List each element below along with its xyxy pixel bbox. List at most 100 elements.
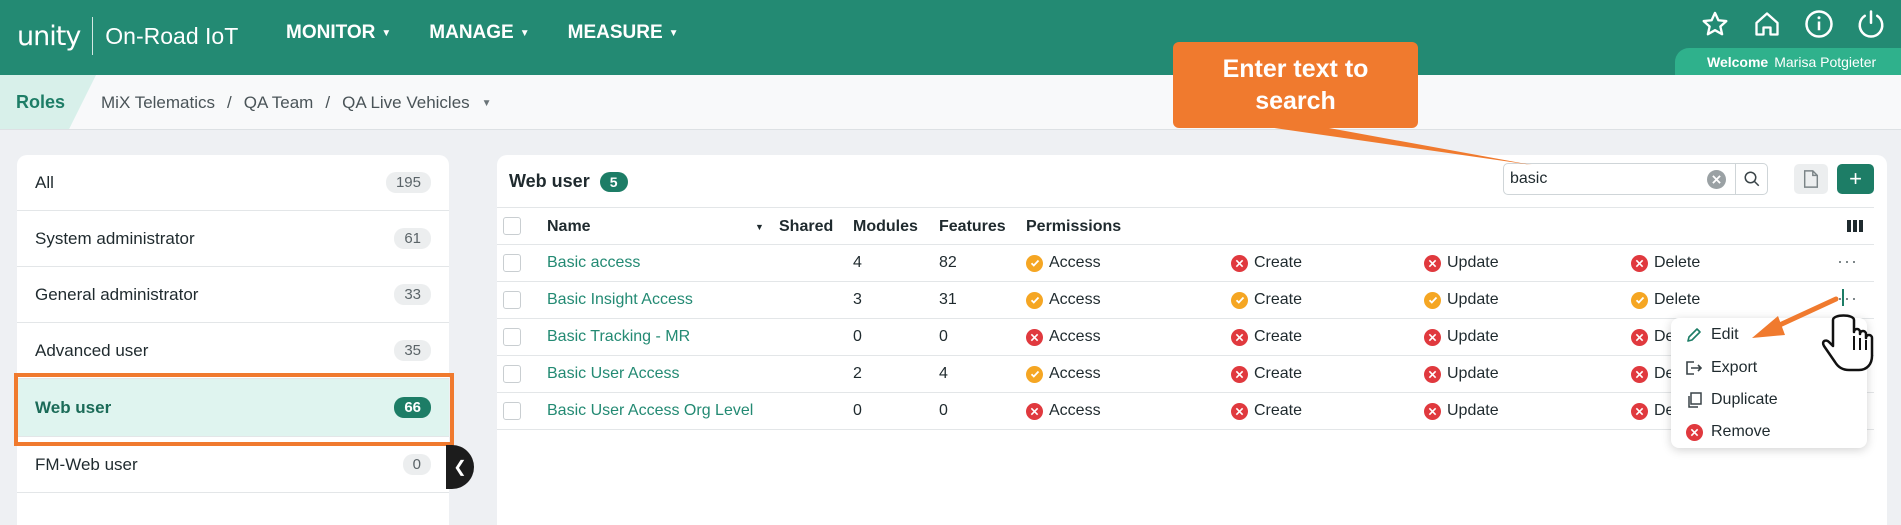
welcome-banner: Welcome Marisa Potgieter <box>1675 48 1901 75</box>
more-options-icon[interactable]: ··· <box>1837 288 1858 309</box>
export-document-button[interactable] <box>1794 164 1828 194</box>
table-header: Name ▼ Shared Modules Features Permissio… <box>497 207 1874 245</box>
more-options-icon[interactable]: ··· <box>1837 251 1858 272</box>
column-header-permissions[interactable]: Permissions <box>1026 218 1121 236</box>
breadcrumb-separator: / <box>227 93 232 112</box>
nav-manage[interactable]: MANAGE ▼ <box>429 22 529 44</box>
permission-create: Create <box>1231 328 1302 346</box>
deny-icon <box>1424 254 1441 272</box>
permission-label: Update <box>1447 254 1499 271</box>
column-picker-icon[interactable] <box>1847 219 1863 238</box>
chevron-down-icon[interactable]: ▼ <box>482 98 492 109</box>
menu-item-export[interactable]: Export <box>1685 359 1757 377</box>
role-name-link[interactable]: Basic User Access <box>547 365 679 383</box>
star-icon[interactable] <box>1699 8 1731 40</box>
column-header-features[interactable]: Features <box>939 218 1006 236</box>
check-icon <box>1231 291 1248 309</box>
remove-icon <box>1685 423 1703 441</box>
breadcrumb-item-team[interactable]: QA Team <box>244 93 314 113</box>
permission-create: Create <box>1231 402 1302 420</box>
permission-label: Access <box>1049 365 1101 382</box>
permission-label: Create <box>1254 291 1303 308</box>
clear-search-button[interactable] <box>1707 170 1726 189</box>
chevron-down-icon: ▼ <box>668 27 679 39</box>
permission-delete: De <box>1631 365 1674 383</box>
table-row[interactable]: Basic Tracking - MR 0 0 Access Create Up… <box>497 319 1874 356</box>
menu-item-edit[interactable]: Edit <box>1685 326 1739 344</box>
permission-label: Update <box>1447 402 1499 419</box>
role-item-general-administrator[interactable]: General administrator 33 <box>17 267 449 323</box>
table-row[interactable]: Basic access 4 82 Access Create Update D… <box>497 245 1874 282</box>
search-input[interactable] <box>1504 165 1699 193</box>
power-icon[interactable] <box>1855 8 1887 40</box>
role-name-link[interactable]: Basic Tracking - MR <box>547 328 690 346</box>
nav-monitor[interactable]: MONITOR ▼ <box>286 22 391 44</box>
check-icon <box>1424 291 1441 309</box>
nav-manage-label: MANAGE <box>429 22 514 43</box>
row-checkbox[interactable] <box>503 291 521 309</box>
role-name-link[interactable]: Basic User Access Org Level <box>547 402 753 420</box>
modules-value: 4 <box>853 254 862 271</box>
deny-icon <box>1026 328 1043 346</box>
menu-item-remove[interactable]: Remove <box>1685 423 1771 441</box>
table-row[interactable]: Basic User Access 2 4 Access Create Upda… <box>497 356 1874 393</box>
add-role-button[interactable]: + <box>1837 164 1874 194</box>
info-icon[interactable] <box>1803 8 1835 40</box>
home-icon[interactable] <box>1751 8 1783 40</box>
menu-item-label: Duplicate <box>1711 391 1778 408</box>
breadcrumb-item-group[interactable]: QA Live Vehicles <box>342 93 470 113</box>
row-checkbox[interactable] <box>503 254 521 272</box>
nav-monitor-label: MONITOR <box>286 22 376 43</box>
check-icon <box>1026 365 1043 383</box>
row-checkbox[interactable] <box>503 365 521 383</box>
role-count-badge: 35 <box>394 340 431 361</box>
table-row[interactable]: Basic Insight Access 3 31 Access Create … <box>497 282 1874 319</box>
role-item-all[interactable]: All 195 <box>17 155 449 211</box>
column-header-modules[interactable]: Modules <box>853 218 918 236</box>
breadcrumb-item-org[interactable]: MiX Telematics <box>101 93 215 113</box>
modules-value: 3 <box>853 291 862 308</box>
table-row[interactable]: Basic User Access Org Level 0 0 Access C… <box>497 393 1874 430</box>
selection-highlight <box>14 373 454 446</box>
nav-measure[interactable]: MEASURE ▼ <box>568 22 679 44</box>
check-icon <box>1631 291 1648 309</box>
section-label[interactable]: Roles <box>16 92 65 113</box>
permission-label: Create <box>1254 328 1303 345</box>
permission-access: Access <box>1026 402 1101 420</box>
sort-descending-icon[interactable]: ▼ <box>755 222 764 232</box>
permission-label: Create <box>1254 402 1303 419</box>
role-item-label: FM-Web user <box>35 454 138 474</box>
breadcrumb: MiX Telematics / QA Team / QA Live Vehic… <box>101 93 492 113</box>
permission-label: Delete <box>1654 254 1701 271</box>
logo[interactable]: unity On-Road IoT <box>17 16 238 56</box>
permission-label: Create <box>1254 365 1303 382</box>
select-all-checkbox[interactable] <box>503 217 521 235</box>
column-header-shared[interactable]: Shared <box>779 218 833 236</box>
permission-label: Delete <box>1654 291 1701 308</box>
deny-icon <box>1424 328 1441 346</box>
permission-delete: De <box>1631 402 1674 420</box>
document-icon <box>1803 170 1819 188</box>
role-name-link[interactable]: Basic access <box>547 254 640 272</box>
row-checkbox[interactable] <box>503 402 521 420</box>
collapse-panel-button[interactable]: ❮ <box>446 445 474 489</box>
features-value: 31 <box>939 291 957 308</box>
menu-item-label: Export <box>1711 359 1758 376</box>
role-item-system-administrator[interactable]: System administrator 61 <box>17 211 449 267</box>
permission-delete: De <box>1631 328 1674 346</box>
role-count-badge: 61 <box>394 228 431 249</box>
features-value: 82 <box>939 254 957 271</box>
permission-create: Create <box>1231 291 1302 309</box>
role-name-link[interactable]: Basic Insight Access <box>547 291 693 309</box>
deny-icon <box>1231 254 1248 272</box>
column-header-name[interactable]: Name <box>547 218 591 236</box>
result-count-badge: 5 <box>599 171 628 192</box>
row-checkbox[interactable] <box>503 328 521 346</box>
role-list-panel: All 195 System administrator 61 General … <box>17 155 449 525</box>
deny-icon <box>1231 365 1248 383</box>
search-button[interactable] <box>1735 164 1767 194</box>
menu-item-duplicate[interactable]: Duplicate <box>1685 391 1778 409</box>
role-item-advanced-user[interactable]: Advanced user 35 <box>17 323 449 379</box>
permission-create: Create <box>1231 254 1302 272</box>
callout-line-2: search <box>1255 87 1336 115</box>
